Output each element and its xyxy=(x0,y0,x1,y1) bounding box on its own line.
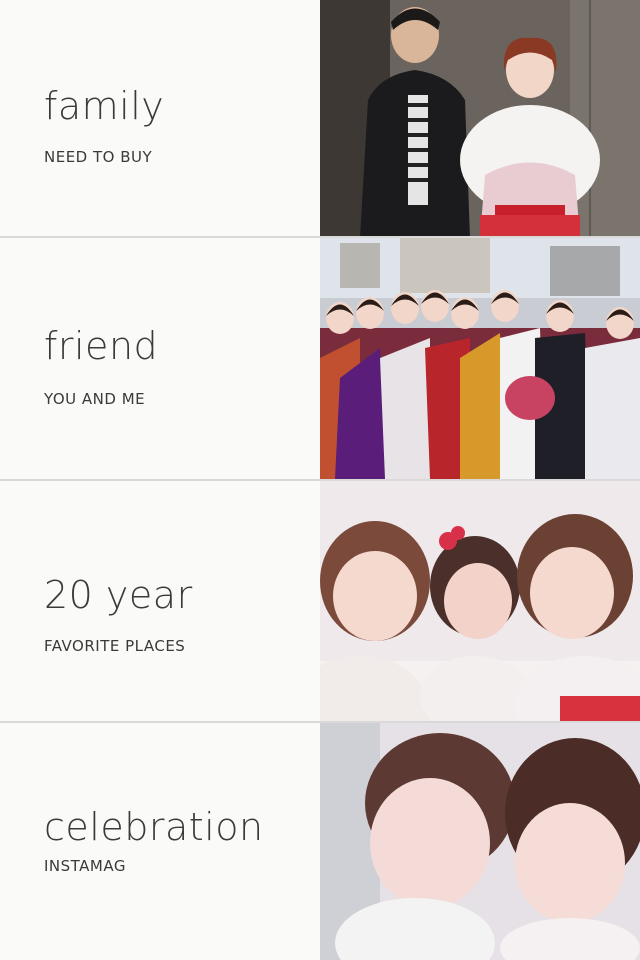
row-title: friend xyxy=(44,324,159,368)
row-title: family xyxy=(44,84,165,128)
row-subtitle: FAVORITE PLACES xyxy=(44,637,186,655)
collage-row-celebration: celebration INSTAMAG xyxy=(0,723,640,960)
collage-row-family: family NEED TO BUY xyxy=(0,0,640,238)
row-title: celebration xyxy=(44,805,264,849)
photo-collage: family NEED TO BUY friend YOU AND ME 20 … xyxy=(0,0,640,960)
selfie-trio-photo xyxy=(320,481,640,721)
text-panel: celebration INSTAMAG xyxy=(0,723,320,960)
text-panel: 20 year FAVORITE PLACES xyxy=(0,481,320,721)
row-title: 20 year xyxy=(44,573,193,617)
row-subtitle: INSTAMAG xyxy=(44,857,126,875)
friends-group-photo xyxy=(320,238,640,479)
collage-row-friend: friend YOU AND ME xyxy=(0,238,640,479)
selfie-duo-photo xyxy=(320,723,640,960)
row-subtitle: NEED TO BUY xyxy=(44,148,153,166)
family-photo xyxy=(320,0,640,238)
text-panel: family NEED TO BUY xyxy=(0,0,320,238)
collage-row-20-year: 20 year FAVORITE PLACES xyxy=(0,481,640,721)
row-subtitle: YOU AND ME xyxy=(44,390,146,408)
text-panel: friend YOU AND ME xyxy=(0,238,320,479)
